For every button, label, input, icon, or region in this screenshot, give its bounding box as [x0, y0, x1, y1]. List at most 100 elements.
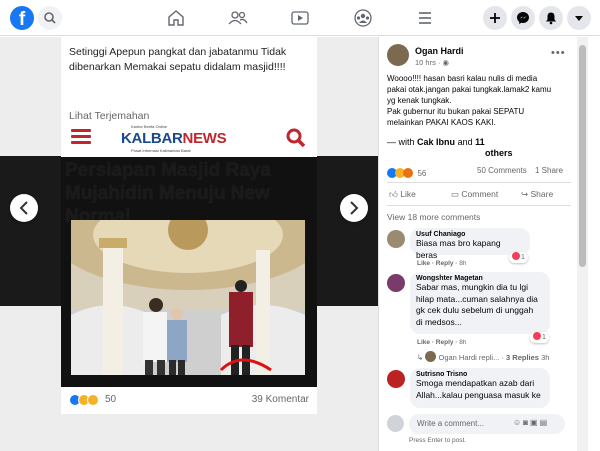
with-and: and [457, 137, 473, 147]
post-body: Woooo!!!! hasan basri kalau nulis di med… [387, 73, 577, 128]
comment-actions: Like · Reply · 8h [417, 260, 467, 267]
image-comment-count[interactable]: 39 Komentar [252, 394, 309, 405]
post-time[interactable]: 10 hrs [415, 58, 436, 67]
commenter-name[interactable]: Sutrisno Trisno [416, 371, 544, 378]
messenger-button[interactable] [511, 6, 535, 30]
camera-icon[interactable]: ◙ [523, 418, 530, 427]
divider [387, 182, 571, 183]
news-subtitle: Pusat Informasi Kalimantan Barat [131, 148, 191, 153]
news-menu-icon [71, 129, 91, 145]
view-more-comments-link[interactable]: View 18 more comments [387, 212, 480, 222]
tagged-person-link[interactable]: Cak Ibnu [417, 137, 455, 147]
globe-icon: · ◉ [437, 58, 450, 67]
gif-icon[interactable]: ▣ [530, 418, 540, 427]
comment-input[interactable]: Write a comment... ☺◙▣▤ [409, 414, 565, 434]
composer-tools[interactable]: ☺◙▣▤ [513, 418, 549, 427]
commenter-avatar[interactable] [387, 274, 405, 292]
image-reaction-count[interactable]: 50 [105, 394, 116, 405]
comment-button-label: Comment [461, 189, 499, 199]
commenter-name[interactable]: Wongshter Magetan [416, 275, 544, 282]
facebook-logo[interactable]: f [10, 6, 34, 30]
menu-icon[interactable] [415, 8, 435, 28]
chevron-left-icon [19, 201, 28, 215]
comment-reply-link[interactable]: Reply [436, 260, 454, 267]
notifications-button[interactable] [539, 6, 563, 30]
comment-reaction-count: 1 [542, 334, 546, 341]
comment-like-link[interactable]: Like [417, 339, 430, 346]
comment-text: Biasa mas bro kapang beras [416, 238, 501, 260]
post-shares-count[interactable]: 1 Share [535, 166, 563, 175]
caret-down-icon [575, 16, 583, 21]
comment-reaction-count: 1 [521, 254, 525, 261]
more-options-icon[interactable]: ••• [551, 47, 566, 59]
watch-icon[interactable] [290, 8, 310, 28]
share-button[interactable]: ↪ Share [521, 189, 553, 200]
like-button[interactable]: 👍︎ Like [389, 189, 416, 200]
commenter-avatar[interactable] [387, 230, 405, 248]
with-prefix: — with [387, 137, 415, 147]
bell-icon [546, 12, 556, 25]
image-caption: Setinggi Apepun pangkat dan jabatanmu Ti… [69, 46, 287, 73]
author-name[interactable]: Ogan Hardi [415, 46, 464, 56]
view-replies-row[interactable]: ↳ Ogan Hardi repli... · 3 Replies 3h [417, 351, 549, 362]
post-body-line: melainkan PAKAI KAOS KAKI. [387, 118, 496, 127]
chevron-right-icon [350, 201, 359, 215]
comment-text-line: Sabar mas, mungkin dia tu lgi [416, 282, 528, 292]
comment-reaction[interactable]: 1 [509, 252, 528, 263]
commenter-name[interactable]: Usuf Chaniago [416, 231, 524, 238]
replies-time: 3h [541, 353, 550, 362]
messenger-icon [517, 12, 529, 24]
comment-time[interactable]: 8h [459, 260, 466, 267]
share-button-label: Share [530, 189, 554, 199]
create-button[interactable] [483, 6, 507, 30]
thumbs-up-icon: 👍︎ [389, 189, 398, 199]
tagged-others-count[interactable]: 11 [475, 137, 485, 147]
comment-reaction[interactable]: 1 [530, 332, 549, 343]
comment-like-link[interactable]: Like [417, 260, 430, 267]
article-preview: Persiapan Masjid Raya Mujahidin Menuju N… [61, 157, 317, 387]
friends-icon[interactable] [228, 8, 248, 28]
home-icon[interactable] [166, 8, 186, 28]
shared-post-image[interactable]: Setinggi Apepun pangkat dan jabatanmu Ti… [61, 37, 317, 414]
top-navigation-bar: f [0, 0, 600, 36]
post-reaction-count: 56 [417, 169, 427, 178]
commenter-avatar[interactable] [387, 370, 405, 388]
sticker-icon[interactable]: ▤ [540, 418, 550, 427]
wow-reaction-icon [87, 394, 99, 406]
tagged-others-link[interactable]: others [485, 148, 513, 158]
kalbarnews-logo: KALBARNEWS [121, 130, 227, 147]
mosque-photo [71, 220, 305, 375]
comment-time[interactable]: 8h [459, 339, 466, 346]
comment-button[interactable]: ▭ Comment [451, 189, 498, 200]
search-icon [44, 12, 56, 24]
like-button-label: Like [400, 189, 416, 199]
composer-hint: Press Enter to post. [409, 437, 467, 444]
post-meta: 10 hrs · ◉ [415, 58, 449, 67]
news-tagline: Kantor Berita Online [131, 124, 168, 129]
replier-avatar [425, 351, 437, 362]
comment-bubble: Wongshter Magetan Sabar mas, mungkin dia… [410, 272, 550, 334]
news-search-icon [286, 128, 306, 148]
next-photo-button[interactable] [340, 194, 368, 222]
comment-bubble: Sutrisno Trisno Smoga mendapatkan azab d… [410, 368, 550, 408]
comment-text-line: hilap mata...cuman salahnya dia [416, 293, 538, 304]
comment-reply-link[interactable]: Reply [436, 339, 454, 346]
post-reactions[interactable]: 56 [387, 165, 426, 183]
groups-icon[interactable] [353, 8, 373, 28]
current-user-avatar [387, 415, 404, 432]
scrollbar-thumb[interactable] [579, 45, 586, 267]
comment-icon: ▭ [451, 189, 460, 199]
previous-photo-button[interactable] [10, 194, 38, 222]
search-button[interactable] [38, 6, 62, 30]
post-body-line: Woooo!!!! hasan basri kalau nulis di med… [387, 74, 538, 83]
side-panel-scrollbar[interactable] [577, 37, 588, 451]
replies-count-link[interactable]: 3 Replies [506, 353, 539, 362]
heart-icon [533, 332, 541, 340]
comment-text-line: Smoga mendapatkan azab dari [416, 378, 535, 388]
comment-text-line: di medsos... [416, 316, 462, 327]
author-avatar[interactable] [387, 44, 409, 66]
heart-icon [512, 252, 520, 260]
account-menu-button[interactable] [567, 6, 591, 30]
post-comments-count[interactable]: 50 Comments [477, 166, 527, 175]
emoji-icon[interactable]: ☺ [513, 418, 523, 427]
